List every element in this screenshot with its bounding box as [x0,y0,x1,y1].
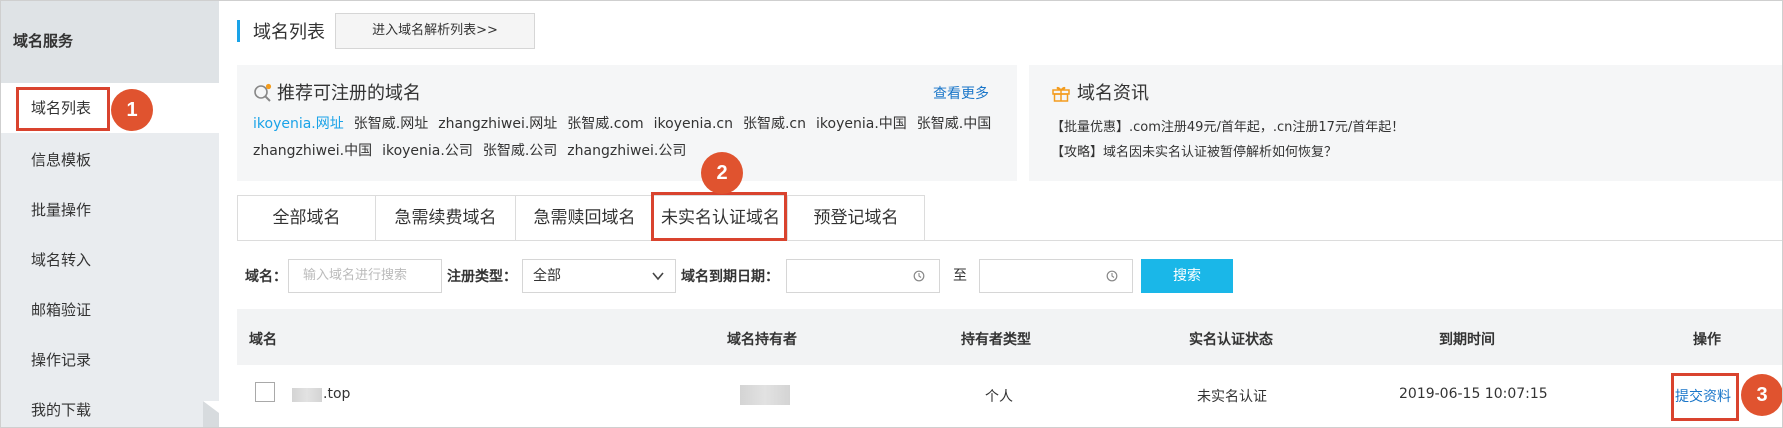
column-header-holder-type: 持有者类型 [961,332,1031,348]
recommend-domain[interactable]: 张智威.com [567,116,643,132]
clock-icon [1106,270,1118,282]
sidebar-item-email-verify[interactable]: 邮箱验证 [1,285,219,335]
reg-type-select[interactable]: 全部 [522,259,676,293]
clock-icon [913,270,925,282]
annotation-badge-3: 3 [1741,374,1782,416]
column-header-holder: 域名持有者 [727,332,797,348]
news-list: 【批量优惠】.com注册49元/首年起，.cn注册17元/首年起！ 【攻略】域名… [1051,115,1404,165]
tab-preregistered-domains[interactable]: 预登记域名 [787,195,925,241]
domain-filter-label: 域名： [245,269,287,285]
column-header-actions: 操作 [1693,332,1721,348]
chevron-down-icon [652,272,664,281]
news-item[interactable]: 【批量优惠】.com注册49元/首年起，.cn注册17元/首年起！ [1051,115,1404,140]
sidebar-collapse-handle[interactable] [203,401,219,427]
header-accent-bar [237,20,240,42]
recommend-panel: 推荐可注册的域名 查看更多 ikoyenia.网址 张智威.网址 zhangzhiw… [237,65,1017,181]
recommend-domain[interactable]: zhangzhiwei.中国 [253,143,372,159]
domain-tabs: 全部域名 急需续费域名 急需赎回域名 未实名认证域名 预登记域名 [237,195,925,241]
sidebar-item-op-log[interactable]: 操作记录 [1,335,219,385]
expire-date-end-input[interactable] [979,259,1133,293]
sidebar-item-info-template[interactable]: 信息模板 [1,135,219,185]
sidebar: 域名服务 域名列表 信息模板 批量操作 域名转入 邮箱验证 操作记录 我的下载 [1,1,219,427]
column-header-expire-time: 到期时间 [1439,332,1495,348]
recommend-domain[interactable]: ikoyenia.公司 [382,143,473,159]
recommend-domain[interactable]: ikoyenia.中国 [816,116,907,132]
expire-date-label: 域名到期日期： [681,269,779,285]
recommend-domain[interactable]: ikoyenia.cn [654,116,733,132]
recommend-domain[interactable]: 张智威.中国 [917,116,991,132]
domain-search-input[interactable]: 输入域名进行搜索 [288,259,442,293]
recommend-domain[interactable]: zhangzhiwei.公司 [567,143,686,159]
view-more-link[interactable]: 查看更多 [933,83,989,103]
recommend-domain[interactable]: 张智威.网址 [354,116,428,132]
recommend-domain[interactable]: 张智威.公司 [483,143,557,159]
column-header-verify-status: 实名认证状态 [1189,332,1273,348]
reg-type-label: 注册类型： [447,269,517,285]
recommend-domain[interactable]: ikoyenia.网址 [253,116,344,132]
sidebar-item-batch-ops[interactable]: 批量操作 [1,185,219,235]
sidebar-title: 域名服务 [13,32,74,50]
news-panel: 域名资讯 【批量优惠】.com注册49元/首年起，.cn注册17元/首年起！ 【… [1029,65,1782,181]
annotation-box-2 [651,192,787,241]
news-title: 域名资讯 [1077,83,1149,104]
page-title: 域名列表 [253,22,325,43]
date-range-separator: 至 [953,268,967,284]
search-icon [254,83,272,102]
recommend-title: 推荐可注册的域名 [277,83,421,104]
sidebar-item-downloads[interactable]: 我的下载 [1,385,219,427]
blurred-domain-name [292,388,322,402]
expire-date-start-input[interactable] [786,259,940,293]
recommend-domain[interactable]: zhangzhiwei.网址 [438,116,557,132]
gift-icon [1052,86,1070,102]
row-expire-time: 2019-06-15 10:07:15 [1399,386,1548,402]
row-holder-type: 个人 [985,389,1013,405]
annotation-box-1 [16,87,110,131]
news-item[interactable]: 【攻略】域名因未实名认证被暂停解析如何恢复？ [1051,140,1404,165]
sidebar-item-domain-transfer[interactable]: 域名转入 [1,235,219,285]
column-header-domain: 域名 [249,332,277,348]
tab-all-domains[interactable]: 全部域名 [237,195,375,241]
reg-type-value: 全部 [533,268,561,284]
tab-redeem-domains[interactable]: 急需赎回域名 [515,195,653,241]
dns-list-button[interactable]: 进入域名解析列表>> [335,13,535,49]
annotation-badge-2: 2 [701,152,743,194]
annotation-badge-1: 1 [111,89,153,131]
annotation-box-3 [1671,373,1739,421]
recommend-domain-list: ikoyenia.网址 张智威.网址 zhangzhiwei.网址 张智威.com ik… [253,111,1013,165]
search-button[interactable]: 搜索 [1141,259,1233,293]
row-domain-suffix: .top [323,386,351,402]
row-verify-status: 未实名认证 [1197,389,1267,405]
blurred-holder-name [740,385,790,405]
recommend-domain[interactable]: 张智威.cn [743,116,806,132]
row-checkbox[interactable] [255,382,275,402]
page-frame: 域名服务 域名列表 信息模板 批量操作 域名转入 邮箱验证 操作记录 我的下载 … [0,0,1783,428]
tab-renew-domains[interactable]: 急需续费域名 [375,195,515,241]
